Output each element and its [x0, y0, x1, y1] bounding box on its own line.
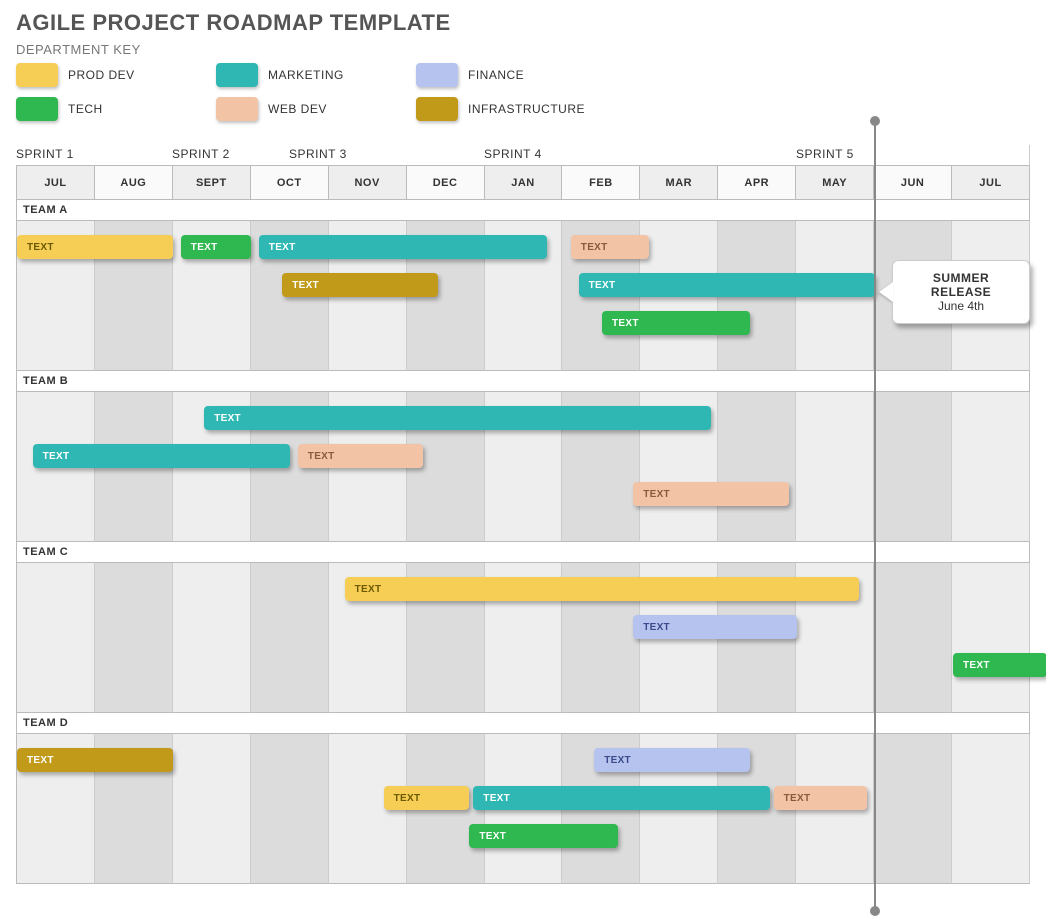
lane-column	[173, 563, 251, 713]
lane-column	[796, 392, 874, 542]
legend: PROD DEV MARKETING FINANCE TECH WEB DEV INFRA…	[16, 63, 1030, 121]
sprint-label: SPRINT 3	[289, 147, 347, 161]
month-cell: JUL	[952, 166, 1030, 200]
month-cell: JAN	[485, 166, 563, 200]
task-bar[interactable]: TEXT	[181, 235, 251, 259]
milestone-subtitle: June 4th	[907, 299, 1015, 313]
lane-column	[173, 734, 251, 884]
legend-swatch	[216, 97, 258, 121]
team-body: TEXT TEXT TEXT TEXT	[16, 392, 1030, 542]
month-cell: MAR	[640, 166, 718, 200]
team-header: TEAM D	[16, 713, 1030, 734]
task-bar[interactable]: TEXT	[602, 311, 750, 335]
legend-label: TECH	[68, 102, 103, 116]
milestone-line	[874, 121, 876, 911]
lane-column	[718, 392, 796, 542]
team-body: TEXT TEXT TEXT TEXT TEXT TEXT TEXT	[16, 221, 1030, 371]
month-cell: FEB	[562, 166, 640, 200]
legend-label: FINANCE	[468, 68, 524, 82]
month-cell: NOV	[329, 166, 407, 200]
team-header: TEAM C	[16, 542, 1030, 563]
legend-swatch	[16, 63, 58, 87]
task-bar[interactable]: TEXT	[953, 653, 1046, 677]
legend-label: PROD DEV	[68, 68, 135, 82]
sprint-label: SPRINT 4	[484, 147, 542, 161]
month-cell: OCT	[251, 166, 329, 200]
legend-swatch	[416, 63, 458, 87]
lane-column	[251, 563, 329, 713]
legend-label: INFRASTRUCTURE	[468, 102, 585, 116]
lane-column	[952, 392, 1030, 542]
team-body: TEXTTEXTTEXTTEXTTEXTTEXT	[16, 734, 1030, 884]
task-bar[interactable]: TEXT	[33, 444, 290, 468]
task-bar[interactable]: TEXT	[594, 748, 750, 772]
month-cell: JUL	[17, 166, 95, 200]
page-title: AGILE PROJECT ROADMAP TEMPLATE	[16, 10, 1030, 36]
lane-column	[874, 392, 952, 542]
month-cell: MAY	[796, 166, 874, 200]
lane-column	[251, 734, 329, 884]
task-bar[interactable]: TEXT	[259, 235, 548, 259]
lane-column	[95, 563, 173, 713]
legend-swatch	[216, 63, 258, 87]
task-bar[interactable]: TEXT	[345, 577, 860, 601]
legend-label: WEB DEV	[268, 102, 327, 116]
legend-item: PROD DEV	[16, 63, 196, 87]
lane-column	[874, 734, 952, 884]
sprint-label: SPRINT 5	[796, 147, 854, 161]
legend-item: FINANCE	[416, 63, 596, 87]
team-header: TEAM A	[16, 200, 1030, 221]
task-bar[interactable]: TEXT	[469, 824, 617, 848]
legend-swatch	[416, 97, 458, 121]
legend-item: TECH	[16, 97, 196, 121]
task-bar[interactable]: TEXT	[17, 235, 173, 259]
lane-column	[952, 563, 1030, 713]
milestone-callout: SUMMER RELEASE June 4th	[892, 260, 1030, 324]
roadmap-chart: SPRINT 1 SPRINT 2 SPRINT 3 SPRINT 4 SPRINT 5…	[16, 145, 1030, 884]
task-bar[interactable]: TEXT	[204, 406, 711, 430]
sprint-row: SPRINT 1 SPRINT 2 SPRINT 3 SPRINT 4 SPRINT 5	[16, 145, 1030, 165]
legend-item: MARKETING	[216, 63, 396, 87]
lane-column	[952, 734, 1030, 884]
task-bar[interactable]: TEXT	[571, 235, 649, 259]
month-cell: JUN	[874, 166, 952, 200]
legend-item: WEB DEV	[216, 97, 396, 121]
month-cell: APR	[718, 166, 796, 200]
legend-swatch	[16, 97, 58, 121]
month-cell: SEPT	[173, 166, 251, 200]
legend-title: DEPARTMENT KEY	[16, 42, 1030, 57]
task-bar[interactable]: TEXT	[282, 273, 438, 297]
milestone-title: SUMMER RELEASE	[907, 271, 1015, 299]
lane-column	[874, 563, 952, 713]
month-header-row: JULAUGSEPTOCTNOVDECJANFEBMARAPRMAYJUNJUL	[16, 165, 1030, 200]
month-cell: AUG	[95, 166, 173, 200]
team-header: TEAM B	[16, 371, 1030, 392]
legend-item: INFRASTRUCTURE	[416, 97, 596, 121]
legend-label: MARKETING	[268, 68, 344, 82]
task-bar[interactable]: TEXT	[298, 444, 423, 468]
task-bar[interactable]: TEXT	[473, 786, 769, 810]
month-cell: DEC	[407, 166, 485, 200]
task-bar[interactable]: TEXT	[633, 482, 789, 506]
task-bar[interactable]: TEXT	[384, 786, 470, 810]
team-body: TEXTTEXTTEXT	[16, 563, 1030, 713]
lane-column	[17, 563, 95, 713]
task-bar[interactable]: TEXT	[774, 786, 868, 810]
sprint-label: SPRINT 2	[172, 147, 230, 161]
teams-container: TEAM ATEXTTEXTTEXTTEXTTEXTTEXTTEXTTEAM B…	[16, 200, 1030, 884]
task-bar[interactable]: TEXT	[579, 273, 875, 297]
callout-arrow-icon	[879, 282, 893, 302]
sprint-label: SPRINT 1	[16, 147, 74, 161]
task-bar[interactable]: TEXT	[633, 615, 797, 639]
task-bar[interactable]: TEXT	[17, 748, 173, 772]
